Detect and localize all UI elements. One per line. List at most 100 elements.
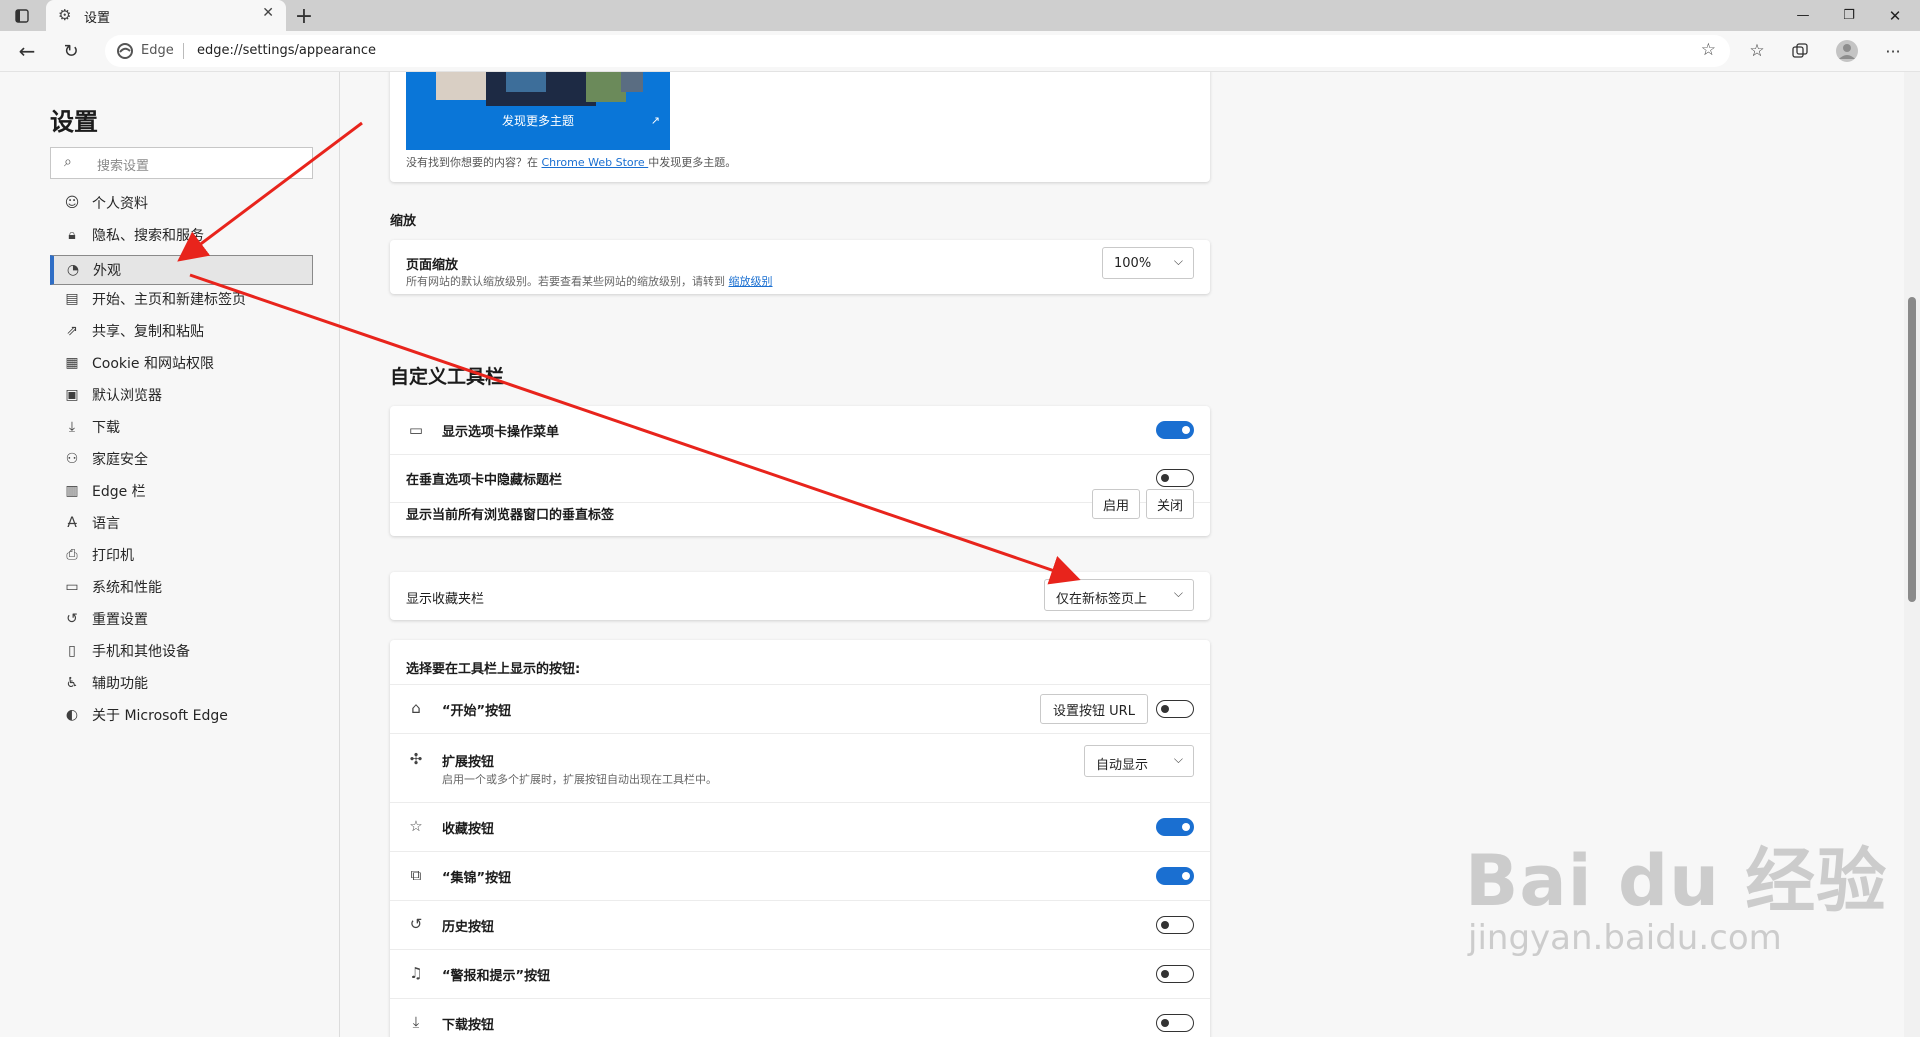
favorites-bar-label: 显示收藏夹栏 [406,592,485,607]
share-icon: ⇗ [66,323,78,339]
url-field[interactable]: Edge edge://settings/appearance ☆ [105,35,1730,67]
sidebar-item-cookies[interactable]: ▦ Cookie 和网站权限 [50,348,313,378]
scrollbar[interactable] [1904,72,1920,1037]
themes-note-text-end: 中发现更多主题。 [648,156,737,169]
more-menu-icon[interactable]: ··· [1880,39,1906,63]
setting-row-favorites-button: ☆ 收藏按钮 [390,802,1210,852]
chrome-web-store-link[interactable]: Chrome Web Store [542,156,649,169]
hide-title-bar-label: 在垂直选项卡中隐藏标题栏 [406,473,563,488]
favorites-icon: ☆ [409,817,423,835]
sidebar-item-family[interactable]: ⚇ 家庭安全 [50,444,313,474]
new-tab-button[interactable]: + [292,4,316,29]
sidebar-item-accessibility[interactable]: ♿︎ 辅助功能 [50,668,313,698]
theme-thumbnails [436,72,643,106]
home-button-toggle[interactable] [1156,700,1194,718]
sidebar-item-label: 个人资料 [92,196,148,212]
collections-button-toggle[interactable] [1156,867,1194,885]
home-tab-icon: ▤ [65,291,79,307]
close-tab-icon[interactable]: ✕ [262,5,274,21]
downloads-button-label: 下载按钮 [442,1018,495,1033]
enable-button[interactable]: 启用 [1092,489,1140,519]
tab-settings[interactable]: ⚙ 设置 ✕ [46,0,286,31]
cookie-icon: ▦ [65,355,79,371]
reset-icon: ↺ [66,611,78,627]
restore-button[interactable]: ❐ [1826,0,1872,31]
lock-icon: 🔒︎ [68,227,76,243]
page-zoom-select[interactable]: 100% ⌵ [1102,247,1194,279]
add-favorite-icon[interactable]: ☆ [1701,40,1716,60]
sidebar-item-label: 家庭安全 [92,452,148,468]
sidebar-item-label: 辅助功能 [92,676,148,692]
minimize-button[interactable]: — [1780,0,1826,31]
sidebar-item-share[interactable]: ⇗ 共享、复制和粘贴 [50,316,313,346]
collections-icon[interactable] [1788,39,1812,63]
sidebar-item-label: Edge 栏 [92,484,146,500]
sidebar-item-edge-bar[interactable]: ▥ Edge 栏 [50,476,313,506]
edge-logo-icon [117,43,133,63]
favorites-button-toggle[interactable] [1156,818,1194,836]
watermark-line1: Bai du 经验 [1465,840,1888,922]
setting-row-tab-actions: ▭ 显示选项卡操作菜单 [390,406,1210,455]
sidebar-item-printers[interactable]: ⎙ 打印机 [50,540,313,570]
tab-actions-toggle[interactable] [1156,421,1194,439]
search-input[interactable]: ⌕ 搜索设置 [50,147,313,179]
discover-themes-button[interactable]: 发现更多主题 ↗ [406,72,670,150]
edge-bar-icon: ▥ [65,483,79,499]
setting-row-collections-button: ⧉ “集锦”按钮 [390,851,1210,901]
sidebar-item-appearance[interactable]: ◔ 外观 [50,255,313,285]
browser-icon: ▣ [65,387,79,403]
sidebar-item-label: 语言 [92,516,120,532]
download-icon: ⤓ [412,1013,420,1031]
sidebar-item-about[interactable]: ◐ 关于 Microsoft Edge [50,700,313,730]
sidebar-item-languages[interactable]: A̶ 语言 [50,508,313,538]
sidebar-item-profile[interactable]: ☺ 个人资料 [50,188,313,218]
downloads-button-toggle[interactable] [1156,1014,1194,1032]
hide-title-bar-toggle[interactable] [1156,469,1194,487]
vertical-tabs-label: 显示当前所有浏览器窗口的垂直标签 [406,508,615,523]
sidebar-item-label: Cookie 和网站权限 [92,356,214,372]
sidebar-item-reset[interactable]: ↺ 重置设置 [50,604,313,634]
sidebar-item-label: 系统和性能 [92,580,162,596]
alerts-button-label: “警报和提示”按钮 [442,969,551,984]
printer-icon: ⎙ [66,547,78,563]
disable-button[interactable]: 关闭 [1146,489,1194,519]
sidebar-item-downloads[interactable]: ⤓ 下载 [50,412,313,442]
tab-actions-label: 显示选项卡操作菜单 [442,425,560,440]
sidebar-item-privacy[interactable]: 🔒︎ 隐私、搜索和服务 [50,220,313,250]
toolbar-buttons-heading-row: 选择要在工具栏上显示的按钮: [390,640,1210,685]
close-window-button[interactable]: ✕ [1872,0,1918,31]
tab-title: 设置 [84,11,111,26]
sidebar-item-default-browser[interactable]: ▣ 默认浏览器 [50,380,313,410]
language-icon: A̶ [67,515,77,531]
zoom-section-title: 缩放 [390,214,417,229]
setting-row-alerts-button: ♫ “警报和提示”按钮 [390,949,1210,999]
avatar[interactable] [1834,38,1860,64]
sidebar-item-system[interactable]: ▭ 系统和性能 [50,572,313,602]
bell-icon: ♫ [409,964,423,982]
set-home-url-button[interactable]: 设置按钮 URL [1040,694,1148,724]
chevron-down-icon: ⌵ [1173,586,1183,600]
tab-strip: ⚙ 设置 ✕ + — ❐ ✕ [0,0,1920,31]
favorites-icon[interactable]: ☆ [1745,39,1769,63]
setting-row-history-button: ↺ 历史按钮 [390,900,1210,950]
laptop-icon: ▭ [65,579,79,595]
sidebar-item-label: 手机和其他设备 [92,644,190,660]
themes-note: 没有找到你想要的内容？在 Chrome Web Store 中发现更多主题。 [406,154,736,170]
page-zoom-value: 100% [1114,256,1152,271]
alerts-button-toggle[interactable] [1156,965,1194,983]
history-button-toggle[interactable] [1156,916,1194,934]
refresh-icon[interactable]: ↻ [58,39,84,63]
chevron-down-icon: ⌵ [1173,254,1183,268]
back-icon[interactable]: ← [14,39,40,63]
edge-logo-icon: ◐ [65,707,79,723]
extensions-button-select[interactable]: 自动显示 ⌵ [1084,745,1194,777]
favorites-bar-select[interactable]: 仅在新标签页上 ⌵ [1044,579,1194,611]
sidebar-item-start-home[interactable]: ▤ 开始、主页和新建标签页 [50,284,313,314]
favorites-bar-card: 显示收藏夹栏 仅在新标签页上 ⌵ [390,572,1210,620]
tab-actions-icon[interactable] [12,6,32,26]
zoom-levels-link[interactable]: 缩放级别 [729,275,773,288]
favorites-bar-value: 仅在新标签页上 [1056,592,1148,607]
sidebar-item-phone[interactable]: ▯ 手机和其他设备 [50,636,313,666]
divider [183,43,184,59]
scrollbar-thumb[interactable] [1908,297,1916,602]
